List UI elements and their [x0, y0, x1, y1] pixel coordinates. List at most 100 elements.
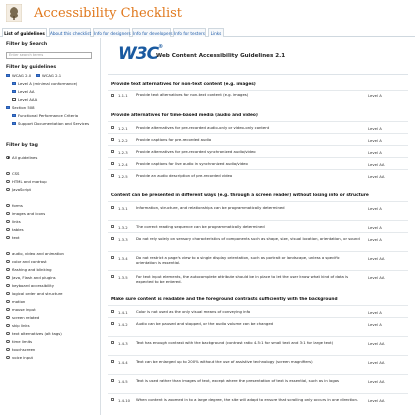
- radio-tag-text[interactable]: [6, 235, 10, 239]
- row-number: 1.4.10: [118, 397, 131, 403]
- row-text: For text input elements, the autocomplet…: [136, 273, 349, 284]
- search-input[interactable]: Enter search terms: [6, 52, 92, 59]
- row-level: Level A: [368, 224, 382, 230]
- row-checkbox[interactable]: [111, 174, 115, 178]
- tab-list-of-guidelines[interactable]: List of guidelines: [2, 28, 47, 37]
- radio-tag-css[interactable]: [6, 171, 10, 175]
- radio-tag-logical-order[interactable]: [6, 291, 10, 295]
- tag-label: HTML and markup: [12, 179, 47, 184]
- app-title: Accessibility Checklist: [34, 6, 183, 21]
- checkbox-support-documentation[interactable]: [12, 121, 16, 125]
- row-checkbox[interactable]: [111, 150, 115, 154]
- guideline-row: 1.4.3 Text has enough contrast with the …: [108, 336, 408, 355]
- row-checkbox[interactable]: [111, 162, 115, 166]
- row-checkbox[interactable]: [111, 322, 115, 326]
- row-checkbox[interactable]: [111, 126, 115, 130]
- tag-label: logical order and structure: [12, 291, 63, 296]
- guideline-row: 1.4.2 Audio can be paused and stopped, o…: [108, 317, 408, 336]
- row-checkbox[interactable]: [111, 206, 115, 210]
- radio-tag-forms[interactable]: [6, 203, 10, 207]
- radio-tag-motion[interactable]: [6, 299, 10, 303]
- row-checkbox[interactable]: [111, 256, 115, 260]
- row-checkbox[interactable]: [111, 398, 115, 402]
- checkbox-section-508[interactable]: [6, 105, 10, 109]
- guidelines-heading: Filter by guidelines: [6, 65, 57, 70]
- tag-label: images and icons: [12, 211, 46, 216]
- tag-label: forms: [12, 203, 23, 208]
- guidelines-main: W3C® Web Content Accessibility Guideline…: [108, 38, 408, 415]
- checkbox-level-aaa[interactable]: [12, 97, 16, 101]
- radio-tag-text-alternatives[interactable]: [6, 331, 10, 335]
- tag-label: JavaScript: [12, 187, 32, 192]
- label-section-508: Section 508: [12, 105, 35, 110]
- row-checkbox[interactable]: [111, 225, 115, 229]
- radio-tag-voice-input[interactable]: [6, 355, 10, 359]
- checkbox-wcag-21[interactable]: [36, 73, 40, 77]
- row-checkbox[interactable]: [111, 341, 115, 345]
- row-number: 1.2.5: [118, 173, 128, 179]
- radio-tag-touchscreen[interactable]: [6, 347, 10, 351]
- radio-tag-color[interactable]: [6, 259, 10, 263]
- checkbox-functional-performance[interactable]: [12, 113, 16, 117]
- w3c-logo-text: W3C: [118, 44, 159, 64]
- row-text: Text has enough contrast with the backgr…: [136, 339, 334, 345]
- guideline-row: 1.4.1 Color is not used as the only visu…: [108, 305, 408, 317]
- radio-tag-flashing[interactable]: [6, 267, 10, 271]
- row-checkbox[interactable]: [111, 93, 115, 97]
- row-text: Audio can be paused and stopped, or the …: [136, 320, 274, 326]
- radio-tag-javascript[interactable]: [6, 187, 10, 191]
- divider: [108, 74, 408, 75]
- radio-tag-images[interactable]: [6, 211, 10, 215]
- radio-tag-screen[interactable]: [6, 315, 10, 319]
- label-support-documentation: Support Documentation and Services: [18, 121, 90, 126]
- guide-title: Web Content Accessibility Guidelines 2.1: [156, 53, 286, 59]
- tab-info-for-testers[interactable]: Info for testers: [173, 28, 206, 37]
- radio-tag-all[interactable]: [6, 155, 10, 159]
- guideline-row: 1.2.1 Provide alternatives for pre-recor…: [108, 121, 408, 133]
- radio-tag-html[interactable]: [6, 179, 10, 183]
- page-header: Accessibility Checklist: [0, 0, 415, 26]
- row-text: Color is not used as the only visual mea…: [136, 308, 251, 314]
- radio-tag-mouse[interactable]: [6, 307, 10, 311]
- row-level: Level AA: [368, 274, 385, 280]
- row-text: Provide an audio description of pre-reco…: [136, 172, 233, 178]
- row-level: Level A: [368, 205, 382, 211]
- publisher-tree-logo-icon: [6, 4, 22, 22]
- tag-label: flashing and blinking: [12, 267, 52, 272]
- tab-about-this-checklist[interactable]: About this checklist: [49, 28, 91, 37]
- label-level-aaa: Level AAA: [18, 97, 38, 102]
- tab-links[interactable]: Links: [208, 28, 224, 37]
- tag-label: text: [12, 235, 20, 240]
- checkbox-wcag-20[interactable]: [6, 73, 10, 77]
- row-number: 1.3.1: [118, 205, 128, 211]
- radio-tag-keyboard[interactable]: [6, 283, 10, 287]
- checkbox-level-a[interactable]: [12, 81, 16, 85]
- row-checkbox[interactable]: [111, 379, 115, 383]
- radio-tag-tables[interactable]: [6, 227, 10, 231]
- tab-info-for-designers[interactable]: Info for designers: [93, 28, 131, 37]
- filter-sidebar: Filter by Search Enter search terms Filt…: [0, 38, 101, 415]
- row-level: Level A: [368, 149, 382, 155]
- row-level: Level A: [368, 125, 382, 131]
- radio-tag-audio-video[interactable]: [6, 251, 10, 255]
- section-title: Make sure content is readable and the fo…: [111, 297, 338, 302]
- row-checkbox[interactable]: [111, 138, 115, 142]
- tag-label: skip links: [12, 323, 30, 328]
- row-checkbox[interactable]: [111, 275, 115, 279]
- row-number: 1.3.4: [118, 255, 128, 261]
- label-level-a: Level A (minimal conformance): [18, 81, 78, 86]
- checkbox-level-aa[interactable]: [12, 89, 16, 93]
- tab-info-for-developers[interactable]: Info for developers: [132, 28, 173, 37]
- row-checkbox[interactable]: [111, 360, 115, 364]
- row-number: 1.3.3: [118, 236, 128, 242]
- radio-tag-links[interactable]: [6, 219, 10, 223]
- row-checkbox[interactable]: [111, 310, 115, 314]
- row-checkbox[interactable]: [111, 237, 115, 241]
- radio-tag-time-limits[interactable]: [6, 339, 10, 343]
- radio-tag-java[interactable]: [6, 275, 10, 279]
- row-text: Provide alternatives for pre-recorded sy…: [136, 148, 256, 154]
- section-title: Content can be presented in different wa…: [111, 193, 369, 198]
- row-level: Level A: [368, 309, 382, 315]
- radio-tag-skip-links[interactable]: [6, 323, 10, 327]
- tag-label: time limits: [12, 339, 33, 344]
